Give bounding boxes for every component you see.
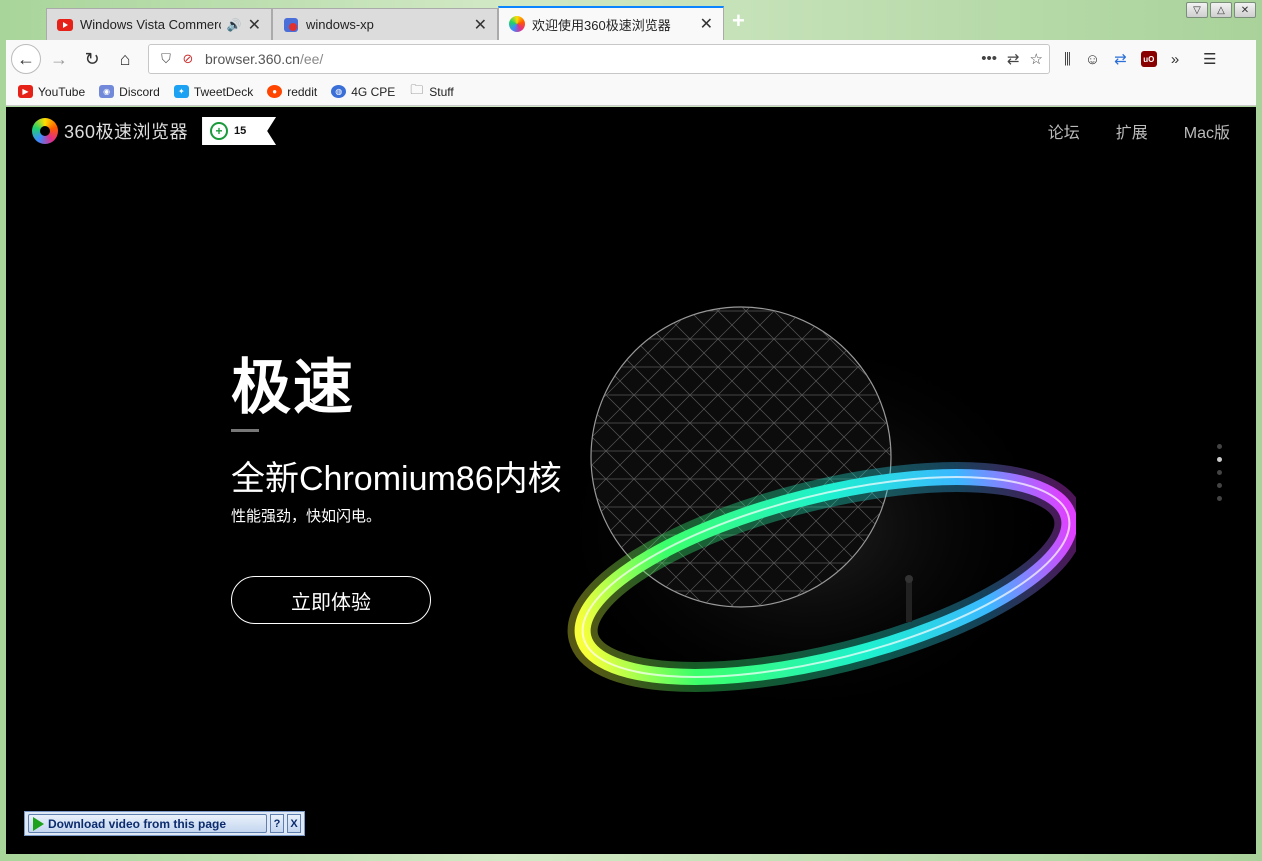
bookmark-youtube[interactable]: ▶ YouTube (18, 85, 85, 99)
hero-description: 性能强劲，快如闪电。 (231, 508, 382, 525)
back-button[interactable]: ← (11, 44, 41, 74)
slide-dot[interactable] (1217, 444, 1222, 449)
tweetdeck-icon: ✦ (173, 85, 189, 98)
hero-title: 极速 (231, 354, 355, 421)
slide-dot[interactable] (1217, 470, 1222, 475)
close-tab-icon[interactable]: ✕ (468, 15, 487, 35)
360-logo-icon (32, 118, 58, 144)
web-page: 360极速浏览器 + 15 论坛 扩展 Mac版 极速 全新Chromium86… (6, 107, 1256, 854)
insecure-lock-icon[interactable]: ⊘ (177, 51, 199, 67)
bookmark-tweetdeck[interactable]: ✦ TweetDeck (173, 85, 253, 99)
bookmark-star-icon[interactable]: ☆ (1030, 50, 1043, 68)
site-header: 360极速浏览器 + 15 论坛 扩展 Mac版 (6, 107, 1256, 155)
tab-title: windows-xp (306, 17, 374, 32)
close-tab-icon[interactable]: ✕ (242, 15, 261, 35)
extension-avatar-icon[interactable]: ☺ (1085, 51, 1100, 68)
ublock-origin-icon[interactable]: uO (1140, 51, 1157, 67)
hero-subtitle: 全新Chromium86内核 (231, 460, 562, 498)
minimize-button[interactable]: ▽ (1186, 2, 1208, 18)
tab-windows-xp[interactable]: windows-xp ✕ (272, 8, 498, 40)
page-actions-icon[interactable]: ••• (981, 50, 997, 68)
site-logo[interactable]: 360极速浏览器 + 15 (32, 117, 277, 145)
close-tab-icon[interactable]: ✕ (694, 14, 713, 34)
hero-divider (231, 429, 259, 432)
tracking-shield-icon[interactable]: ⛉ (155, 51, 177, 67)
nav-extensions[interactable]: 扩展 (1116, 119, 1148, 143)
nav-mac[interactable]: Mac版 (1184, 119, 1230, 143)
address-bar[interactable]: ⛉ ⊘ browser.360.cn/ee/ ••• ⇄ ☆ (148, 44, 1050, 74)
window-controls: ▽ △ ✕ (1186, 2, 1256, 18)
tab-360-browser[interactable]: 欢迎使用360极速浏览器 ✕ (498, 6, 724, 40)
help-button[interactable]: ? (270, 814, 284, 833)
slide-dot-active[interactable] (1217, 457, 1222, 462)
new-tab-button[interactable]: + (732, 8, 745, 34)
logo-text: 360极速浏览器 (64, 122, 189, 142)
360-browser-icon (509, 16, 525, 32)
try-now-button[interactable]: 立即体验 (231, 576, 431, 624)
url-host: browser.360.cn (205, 51, 300, 67)
download-video-button[interactable]: Download video from this page (28, 814, 267, 833)
recording-icon (284, 17, 298, 32)
translate-icon[interactable]: ⇄ (1007, 50, 1020, 68)
slide-dot[interactable] (1217, 496, 1222, 501)
browser-window: Windows Vista Commercial 🔊 ✕ windows-xp … (0, 0, 1262, 861)
video-download-bar: Download video from this page ? X (24, 811, 305, 836)
maximize-button[interactable]: △ (1210, 2, 1232, 18)
hamburger-menu-icon[interactable]: ☰ (1203, 50, 1216, 68)
youtube-icon: ▶ (18, 85, 33, 98)
nav-forum[interactable]: 论坛 (1048, 119, 1080, 143)
tab-title: 欢迎使用360极速浏览器 (532, 17, 671, 33)
site-nav: 论坛 扩展 Mac版 (1048, 119, 1230, 143)
library-icon[interactable]: ⫼ (1064, 51, 1071, 68)
bookmark-4g-cpe[interactable]: ◍ 4G CPE (331, 85, 395, 99)
speaker-icon[interactable]: 🔊 (227, 18, 242, 32)
youtube-icon (57, 18, 73, 31)
anniversary-badge: + 15 (202, 117, 277, 145)
slide-pagination (1217, 444, 1222, 501)
url-path: /ee/ (299, 51, 324, 67)
slide-dot[interactable] (1217, 483, 1222, 488)
reddit-icon: ● (267, 85, 283, 98)
discord-icon: ◉ (99, 85, 115, 98)
bookmark-discord[interactable]: ◉ Discord (99, 85, 160, 99)
tab-bar: Windows Vista Commercial 🔊 ✕ windows-xp … (6, 4, 1154, 40)
bookmarks-bar: ▶ YouTube ◉ Discord ✦ TweetDeck ● reddit ◍ 4G… (6, 78, 1256, 106)
plus-icon: + (210, 122, 229, 140)
folder-icon: 🗀 (410, 81, 424, 97)
navigation-toolbar: ← → ↻ ⌂ ⛉ ⊘ browser.360.cn/ee/ ••• ⇄ ☆ ⫼… (6, 40, 1256, 78)
reload-button[interactable]: ↻ (77, 44, 107, 74)
bookmark-folder-stuff[interactable]: 🗀 Stuff (409, 81, 453, 99)
close-window-button[interactable]: ✕ (1234, 2, 1256, 18)
home-button[interactable]: ⌂ (110, 44, 140, 74)
tab-title: Windows Vista Commercial (80, 17, 221, 32)
forward-button[interactable]: → (44, 44, 74, 74)
play-icon (33, 816, 44, 831)
close-download-bar-button[interactable]: X (287, 814, 301, 833)
planet-illustration (546, 306, 1076, 727)
globe-icon: ◍ (331, 85, 347, 98)
bookmark-reddit[interactable]: ● reddit (267, 85, 317, 99)
overflow-menu-icon[interactable]: » (1171, 51, 1179, 68)
translate-extension-icon[interactable]: ⇄ (1114, 50, 1127, 68)
tab-youtube[interactable]: Windows Vista Commercial 🔊 ✕ (46, 8, 272, 40)
